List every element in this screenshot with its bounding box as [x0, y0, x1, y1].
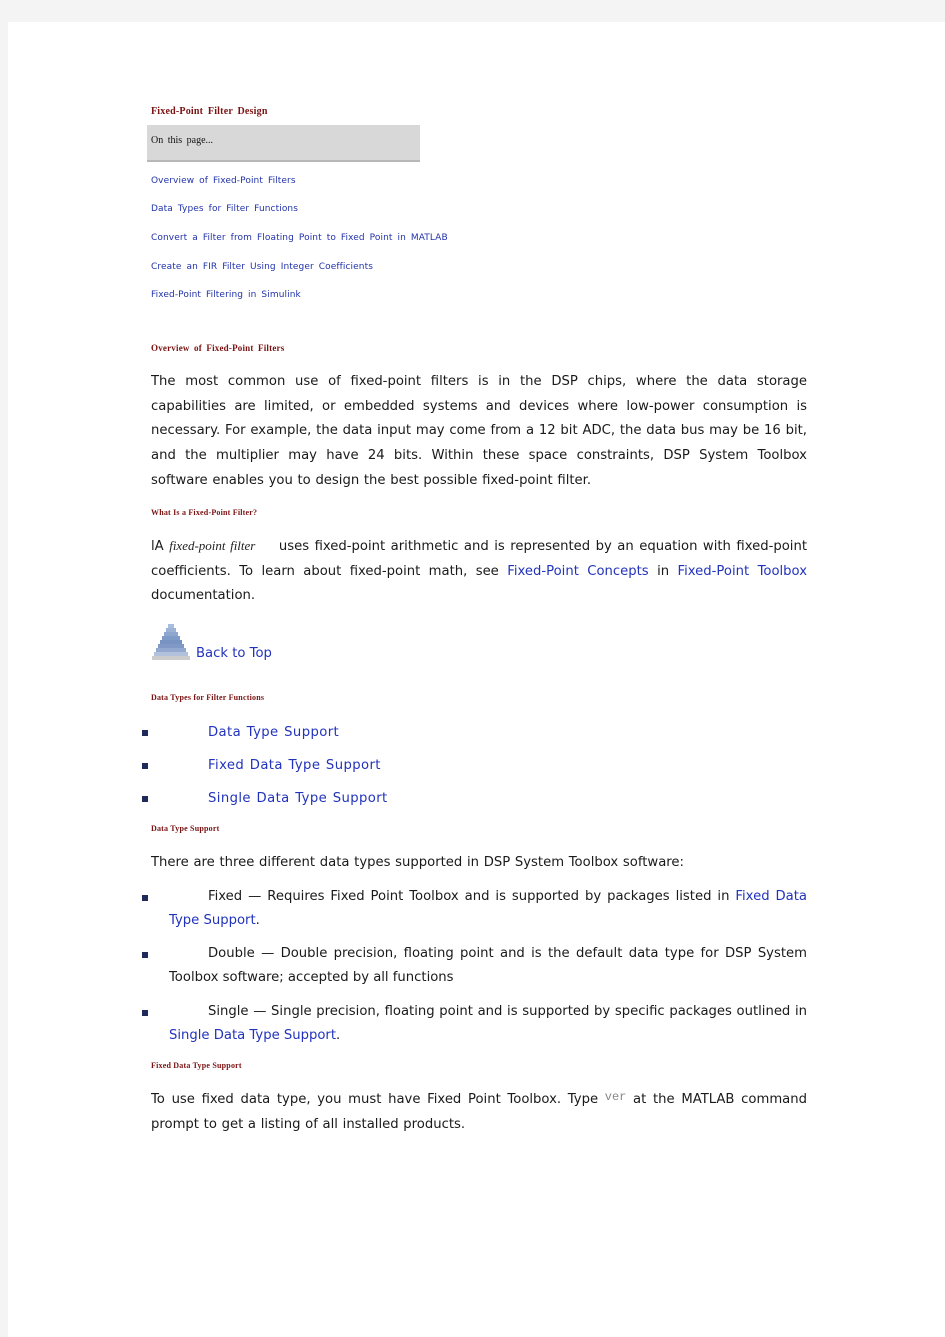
ver-command-code: ver [604, 1090, 627, 1104]
on-this-page-heading: On this page... [151, 135, 214, 146]
list-item-text: Fixed — Requires Fixed Point Toolbox and… [208, 889, 736, 904]
bullet-icon [142, 796, 148, 802]
single-data-type-support-link[interactable]: Single Data Type Support [208, 791, 388, 806]
data-type-support-link[interactable]: Data Type Support [208, 725, 339, 740]
fixed-support-paragraph: To use fixed data type, you must have Fi… [151, 1088, 807, 1137]
on-this-page-box: On this page... [147, 125, 420, 162]
list-item-suffix: . [336, 1027, 341, 1043]
list-item-suffix: . [255, 912, 260, 928]
back-to-top-link[interactable]: Back to Top [196, 646, 272, 661]
overview-paragraph: The most common use of fixed-point filte… [151, 374, 807, 488]
document-page: Fixed-Point Filter Design On this page..… [8, 22, 945, 1337]
fixed-data-type-support-link[interactable]: Fixed Data Type Support [208, 758, 381, 773]
fixed-point-toolbox-link[interactable]: Fixed-Point Toolbox [678, 564, 808, 579]
bullet-icon [142, 1010, 148, 1016]
pyramid-up-icon [152, 624, 190, 660]
list-item-double: Double — Double precision, floating poin… [169, 942, 807, 989]
overview-heading: Overview of Fixed-Point Filters [151, 343, 285, 353]
what-is-prefix: lA [151, 539, 170, 554]
data-type-support-intro: There are three different data types sup… [151, 855, 684, 870]
what-is-text-3: documentation. [151, 588, 256, 604]
fixed-support-text-1: To use fixed data type, you must have Fi… [151, 1092, 605, 1107]
what-is-heading: What Is a Fixed-Point Filter? [151, 508, 258, 517]
list-item-text: Double — Double precision, floating poin… [169, 946, 807, 985]
list-item-single: Single — Single precision, floating poin… [169, 1000, 807, 1047]
list-item-text: Single — Single precision, floating poin… [208, 1004, 807, 1019]
page-title: Fixed-Point Filter Design [151, 106, 268, 117]
fixed-point-filter-term: fixed-point filter [169, 538, 256, 553]
bullet-icon [142, 895, 148, 901]
fixed-point-concepts-link[interactable]: Fixed-Point Concepts [507, 564, 648, 579]
toc-link-fir-integer[interactable]: Create an FIR Filter Using Integer Coeff… [151, 262, 373, 272]
fixed-support-heading: Fixed Data Type Support [151, 1061, 242, 1070]
what-is-paragraph: lA fixed-point filter uses fixed-point a… [151, 534, 807, 609]
toc-link-overview[interactable]: Overview of Fixed-Point Filters [151, 176, 296, 186]
bullet-icon [142, 730, 148, 736]
toc-link-simulink[interactable]: Fixed-Point Filtering in Simulink [151, 290, 301, 300]
back-to-top[interactable]: Back to Top [151, 622, 291, 664]
what-is-text-2: in [648, 563, 678, 579]
list-item-fixed: Fixed — Requires Fixed Point Toolbox and… [169, 885, 807, 932]
bullet-icon [142, 763, 148, 769]
data-types-heading: Data Types for Filter Functions [151, 693, 265, 702]
toc-link-data-types[interactable]: Data Types for Filter Functions [151, 204, 298, 214]
bullet-icon [142, 952, 148, 958]
data-type-support-heading: Data Type Support [151, 824, 220, 833]
toc-link-convert-filter[interactable]: Convert a Filter from Floating Point to … [151, 233, 448, 243]
single-data-type-support-inline-link[interactable]: Single Data Type Support [169, 1028, 336, 1043]
